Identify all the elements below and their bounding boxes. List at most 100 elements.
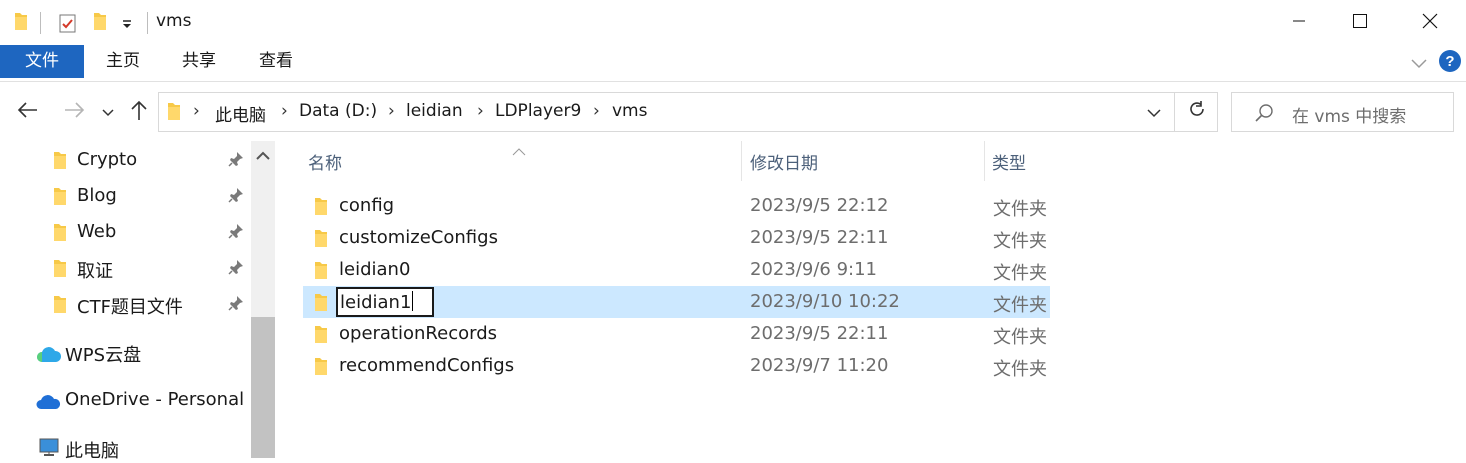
column-divider[interactable] (741, 141, 742, 181)
svg-text:?: ? (1445, 53, 1454, 70)
title-separator (40, 12, 41, 34)
nav-item-ctf-files[interactable]: CTF题目文件 (0, 289, 250, 319)
breadcrumb-this-pc[interactable]: 此电脑 (215, 101, 266, 126)
nav-item-this-pc[interactable]: 此电脑 (0, 433, 250, 463)
file-row[interactable]: config 2023/9/5 22:12 文件夹 (303, 190, 1050, 222)
nav-item-label: Crypto (77, 149, 138, 170)
nav-item-blog[interactable]: Blog (0, 181, 250, 211)
file-name: customizeConfigs (339, 227, 498, 248)
nav-item-forensics[interactable]: 取证 (0, 253, 250, 283)
folder-icon (52, 187, 68, 211)
pin-icon (228, 295, 244, 315)
close-icon (1422, 13, 1438, 33)
file-name: config (339, 195, 395, 216)
close-button[interactable] (1400, 0, 1460, 45)
up-button[interactable] (125, 98, 153, 126)
rename-input-text: leidian1 (340, 292, 412, 313)
cloud-icon (36, 345, 62, 367)
minimize-button[interactable] (1269, 0, 1329, 45)
search-input[interactable]: 在 vms 中搜索 (1292, 102, 1406, 127)
address-bar[interactable]: › 此电脑 › Data (D:) › leidian › LDPlayer9 … (158, 92, 1218, 132)
nav-item-label: WPS云盘 (65, 345, 142, 366)
file-date: 2023/9/7 11:20 (750, 355, 889, 376)
help-button[interactable]: ? (1436, 45, 1464, 81)
folder-icon (52, 295, 68, 319)
tab-home[interactable]: 主页 (84, 45, 162, 78)
file-name: operationRecords (339, 323, 497, 344)
file-type: 文件夹 (993, 327, 1047, 348)
arrow-right-icon (63, 101, 85, 123)
folder-icon (13, 12, 29, 36)
nav-item-label: Web (77, 221, 117, 242)
nav-item-label: Blog (77, 185, 117, 206)
nav-item-label: CTF题目文件 (77, 297, 183, 318)
recent-locations-button[interactable] (96, 98, 120, 126)
pin-icon (228, 259, 244, 279)
ribbon-tabs: 文件 主页 共享 查看 ? (0, 45, 1466, 82)
breadcrumb-drive[interactable]: Data (D:) (299, 101, 377, 121)
chevron-up-icon (256, 146, 270, 165)
folder-icon (313, 229, 329, 253)
folder-icon (52, 259, 68, 283)
expand-ribbon-button[interactable] (1404, 45, 1434, 81)
file-row[interactable]: customizeConfigs 2023/9/5 22:11 文件夹 (303, 222, 1050, 254)
title-separator (147, 12, 148, 34)
file-type: 文件夹 (993, 199, 1047, 220)
folder-icon (313, 261, 329, 285)
title-bar: vms (0, 0, 1466, 45)
search-box[interactable]: 在 vms 中搜索 (1231, 92, 1454, 132)
search-icon (1254, 103, 1274, 127)
column-header-type[interactable]: 类型 (992, 149, 1026, 174)
refresh-button[interactable] (1174, 93, 1218, 131)
breadcrumb-vms[interactable]: vms (612, 101, 647, 121)
nav-item-onedrive[interactable]: OneDrive - Personal (0, 385, 250, 415)
address-history-dropdown[interactable] (1134, 93, 1174, 131)
chevron-right-icon: › (477, 101, 484, 121)
breadcrumb-leidian[interactable]: leidian (406, 101, 463, 121)
nav-item-wps-cloud[interactable]: WPS云盘 (0, 337, 250, 367)
file-row[interactable]: leidian0 2023/9/6 9:11 文件夹 (303, 254, 1050, 286)
address-row: › 此电脑 › Data (D:) › leidian › LDPlayer9 … (0, 83, 1466, 141)
arrow-left-icon (17, 101, 39, 123)
tab-view[interactable]: 查看 (236, 45, 316, 78)
column-divider[interactable] (984, 141, 985, 181)
file-date: 2023/9/6 9:11 (750, 259, 877, 280)
column-header-date[interactable]: 修改日期 (750, 149, 818, 174)
maximize-button[interactable] (1330, 0, 1390, 45)
file-row[interactable]: recommendConfigs 2023/9/7 11:20 文件夹 (303, 350, 1050, 382)
folder-icon (313, 293, 329, 317)
nav-item-crypto[interactable]: Crypto (0, 145, 250, 175)
chevron-right-icon: › (281, 101, 288, 121)
tab-share[interactable]: 共享 (162, 45, 236, 78)
scrollbar-thumb[interactable] (251, 317, 275, 458)
rename-input[interactable]: leidian1 (336, 287, 434, 317)
file-date: 2023/9/5 22:11 (750, 323, 889, 344)
column-header-name[interactable]: 名称 (308, 149, 342, 174)
tab-file[interactable]: 文件 (0, 45, 84, 78)
nav-item-label: 此电脑 (65, 441, 119, 462)
chevron-right-icon: › (593, 101, 600, 121)
file-type: 文件夹 (993, 359, 1047, 380)
customize-dropdown-icon[interactable] (121, 16, 133, 35)
forward-button[interactable] (60, 98, 88, 126)
new-folder-icon[interactable] (92, 12, 108, 36)
scroll-up-button[interactable] (251, 143, 275, 167)
file-date: 2023/9/5 22:12 (750, 195, 889, 216)
breadcrumb-ldplayer9[interactable]: LDPlayer9 (495, 101, 581, 121)
pin-icon (228, 151, 244, 171)
nav-item-web[interactable]: Web (0, 217, 250, 247)
file-row[interactable]: operationRecords 2023/9/5 22:11 文件夹 (303, 318, 1050, 350)
minimize-icon (1291, 13, 1307, 33)
file-row-selected[interactable]: leidian1 2023/9/10 10:22 文件夹 (303, 286, 1050, 318)
nav-item-label: 取证 (77, 261, 113, 282)
window-title: vms (156, 11, 192, 31)
text-caret (412, 291, 414, 311)
chevron-down-icon (1147, 103, 1161, 122)
folder-icon (313, 325, 329, 349)
chevron-right-icon: › (193, 101, 200, 121)
file-name: leidian0 (339, 259, 411, 280)
properties-icon[interactable] (58, 12, 78, 38)
back-button[interactable] (14, 98, 42, 126)
help-icon: ? (1438, 49, 1462, 77)
folder-icon (52, 223, 68, 247)
